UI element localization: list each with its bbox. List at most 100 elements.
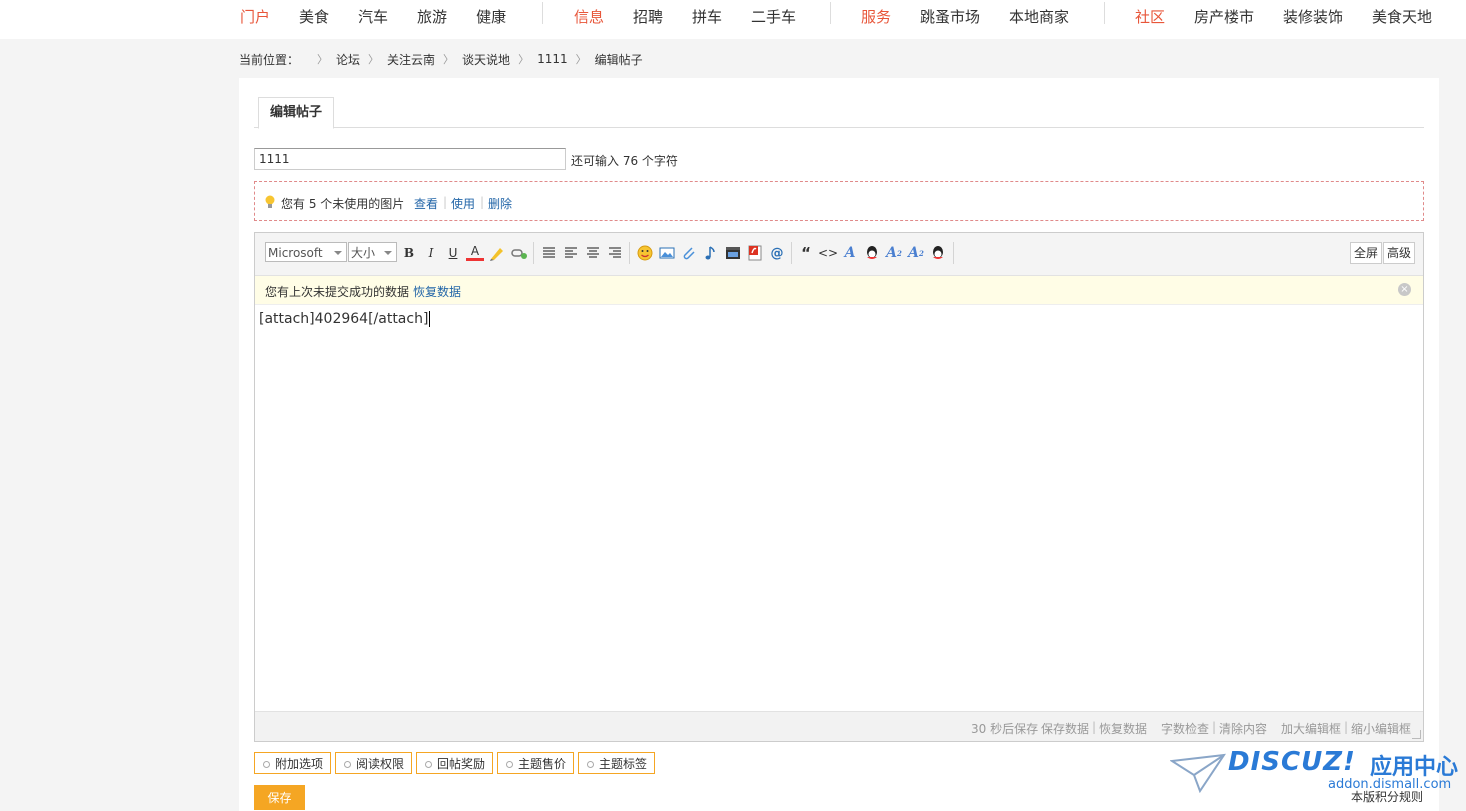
tab-edit-post[interactable]: 编辑帖子 (258, 97, 335, 129)
nav-item-local-merchants[interactable]: 本地商家 (1009, 6, 1069, 27)
circle-icon (506, 761, 513, 768)
nav-item-food-world[interactable]: 美食天地 (1372, 6, 1432, 27)
fullscreen-button[interactable]: 全屏 (1350, 242, 1383, 264)
read-permission-button[interactable]: 阅读权限 (335, 752, 413, 774)
nav-item-health[interactable]: 健康 (476, 6, 506, 27)
music-icon[interactable] (702, 244, 720, 262)
clear-content-link[interactable]: 清除内容 (1219, 720, 1267, 737)
breadcrumb-label: 当前位置： (239, 52, 300, 67)
font-size-select[interactable]: 大小 (348, 242, 397, 262)
nav-group-community: 社区 房产楼市 装修装饰 美食天地 (1135, 0, 1432, 32)
reply-reward-button[interactable]: 回帖奖励 (416, 752, 494, 774)
thread-tags-label: 主题标签 (599, 757, 648, 771)
text-style-icon[interactable]: A (841, 244, 859, 262)
thread-tags-button[interactable]: 主题标签 (578, 752, 656, 774)
nav-item-travel[interactable]: 旅游 (417, 6, 447, 27)
highlight-icon[interactable] (488, 244, 506, 262)
bold-icon[interactable]: B (400, 244, 418, 262)
link-divider: | (480, 195, 485, 209)
breadcrumb-item-thread[interactable]: 1111 (537, 52, 568, 66)
word-count-check-link[interactable]: 字数检查 (1161, 720, 1209, 737)
thread-price-button[interactable]: 主题售价 (497, 752, 575, 774)
qq-show-icon[interactable] (929, 244, 947, 262)
editor-content-area[interactable]: [attach]402964[/attach] (259, 311, 431, 327)
nav-item-decoration[interactable]: 装修装饰 (1283, 6, 1343, 27)
delete-images-link[interactable]: 删除 (488, 195, 512, 212)
image-icon[interactable] (658, 244, 676, 262)
smiley-icon[interactable] (636, 244, 654, 262)
underline-icon[interactable]: U (444, 244, 462, 262)
chevron-down-icon (384, 251, 392, 255)
quote-icon[interactable]: “ (797, 244, 815, 262)
post-editor: Microsoft 大小 B I U A @ “ <> A A 2 A 2 全屏… (254, 232, 1424, 742)
align-left-icon[interactable] (562, 244, 580, 262)
subject-input[interactable] (254, 148, 566, 170)
watermark-logo-text: DISCUZ! (1228, 747, 1356, 777)
unused-images-notice: 您有 5 个未使用的图片 查看 | 使用 | 删除 (254, 181, 1424, 221)
nav-item-service[interactable]: 服务 (861, 6, 891, 27)
close-icon[interactable]: × (1398, 283, 1411, 296)
nav-item-info[interactable]: 信息 (574, 6, 604, 27)
circle-icon (425, 761, 432, 768)
superscript-icon[interactable]: A2 (885, 244, 903, 262)
restore-data-status-link[interactable]: 恢复数据 (1099, 720, 1147, 737)
nav-item-portal[interactable]: 门户 (240, 6, 270, 27)
font-size-value: 大小 (351, 246, 376, 260)
save-button[interactable]: 保存 (254, 785, 305, 810)
breadcrumb-item-edit: 编辑帖子 (594, 52, 643, 67)
circle-icon (344, 761, 351, 768)
font-color-icon[interactable]: A (466, 244, 484, 261)
advanced-mode-button[interactable]: 高级 (1383, 242, 1416, 264)
read-permission-label: 阅读权限 (356, 757, 405, 771)
toolbar-divider (791, 242, 792, 264)
nav-divider (830, 2, 831, 24)
status-divider: | (1092, 720, 1097, 734)
resize-handle-icon[interactable] (1412, 730, 1421, 739)
font-family-select[interactable]: Microsoft (265, 242, 347, 262)
nav-item-used-car[interactable]: 二手车 (751, 6, 796, 27)
extra-options-button[interactable]: 附加选项 (254, 752, 332, 774)
view-images-link[interactable]: 查看 (414, 195, 438, 212)
at-mention-icon[interactable]: @ (768, 244, 786, 262)
autosave-countdown: 30 秒后保存 (971, 722, 1039, 736)
breadcrumb: 当前位置： 〉 论坛 〉 关注云南 〉 谈天说地 〉 1111 〉 编辑帖子 (239, 51, 643, 67)
nav-item-community[interactable]: 社区 (1135, 6, 1165, 27)
chevron-right-icon: 〉 (317, 53, 329, 66)
breadcrumb-item-forum[interactable]: 论坛 (336, 51, 360, 68)
code-icon[interactable]: <> (818, 244, 838, 262)
align-right-icon[interactable] (606, 244, 624, 262)
breadcrumb-item-yunnan[interactable]: 关注云南 (387, 51, 435, 68)
align-justify-icon[interactable] (540, 244, 558, 262)
nav-item-carpool[interactable]: 拼车 (692, 6, 722, 27)
flash-icon[interactable] (746, 244, 764, 262)
shrink-editor-link[interactable]: 缩小编辑框 (1351, 720, 1411, 737)
status-divider: | (1212, 720, 1217, 734)
use-images-link[interactable]: 使用 (451, 195, 475, 212)
nav-item-jobs[interactable]: 招聘 (633, 6, 663, 27)
nav-item-real-estate[interactable]: 房产楼市 (1194, 6, 1254, 27)
align-center-icon[interactable] (584, 244, 602, 262)
attachment-icon[interactable] (680, 244, 698, 262)
nav-divider (542, 2, 543, 24)
reply-reward-label: 回帖奖励 (437, 757, 486, 771)
nav-item-car[interactable]: 汽车 (358, 6, 388, 27)
top-nav: 门户 美食 汽车 旅游 健康 信息 招聘 拼车 二手车 服务 跳蚤市场 本地商家… (0, 0, 1466, 39)
enlarge-editor-link[interactable]: 加大编辑框 (1281, 720, 1341, 737)
subscript-icon[interactable]: A2 (907, 244, 925, 262)
nav-item-food[interactable]: 美食 (299, 6, 329, 27)
restore-notice-text: 您有上次未提交成功的数据 (265, 285, 410, 299)
editor-toolbar: Microsoft 大小 B I U A @ “ <> A A 2 A 2 全屏… (255, 233, 1423, 276)
restore-data-link[interactable]: 恢复数据 (413, 283, 461, 300)
nav-item-flea-market[interactable]: 跳蚤市场 (920, 6, 980, 27)
video-icon[interactable] (724, 244, 742, 262)
italic-icon[interactable]: I (422, 244, 440, 262)
save-data-link[interactable]: 保存数据 (1041, 720, 1089, 737)
nav-group-service: 服务 跳蚤市场 本地商家 (861, 0, 1098, 32)
qq-icon[interactable] (863, 244, 881, 262)
chevron-right-icon: 〉 (575, 53, 587, 66)
subject-char-count: 还可输入 76 个字符 (571, 154, 678, 168)
link-icon[interactable] (510, 244, 528, 262)
text-caret (429, 311, 431, 327)
breadcrumb-item-chat[interactable]: 谈天说地 (462, 51, 510, 68)
chevron-right-icon: 〉 (518, 53, 530, 66)
